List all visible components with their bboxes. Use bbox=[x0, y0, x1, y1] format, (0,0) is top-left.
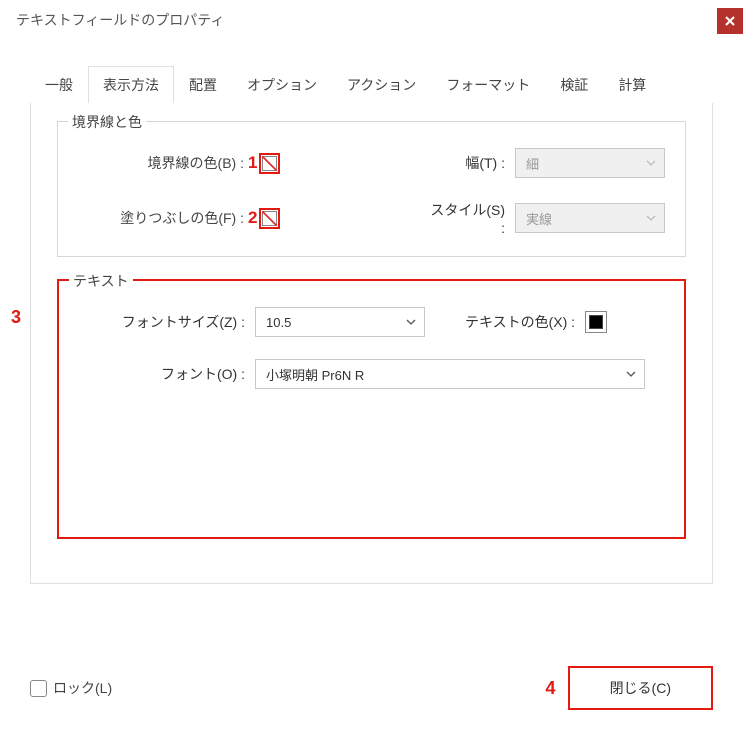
lock-label: ロック(L) bbox=[53, 678, 112, 698]
annotation-4: 4 bbox=[546, 678, 556, 699]
fill-color-swatch[interactable] bbox=[259, 208, 280, 229]
border-legend: 境界線と色 bbox=[68, 112, 146, 132]
tab-general[interactable]: 一般 bbox=[30, 66, 88, 103]
text-legend: テキスト bbox=[69, 271, 133, 291]
fill-color-label: 塗りつぶしの色(F) : bbox=[78, 208, 250, 228]
close-button[interactable]: 閉じる(C) bbox=[568, 666, 713, 710]
chevron-down-icon bbox=[646, 160, 656, 166]
border-color-label: 境界線の色(B) : bbox=[78, 153, 250, 173]
tab-panel: 境界線と色 境界線の色(B) : 1 幅(T) : 細 塗りつぶしの色(F) :… bbox=[30, 103, 713, 584]
font-value: 小塚明朝 Pr6N R bbox=[266, 365, 364, 384]
annotation-3: 3 bbox=[11, 307, 21, 328]
chevron-down-icon bbox=[406, 319, 416, 325]
width-select[interactable]: 細 bbox=[515, 148, 665, 178]
font-select[interactable]: 小塚明朝 Pr6N R bbox=[255, 359, 645, 389]
checkbox-icon bbox=[30, 680, 47, 697]
annotation-2: 2 bbox=[248, 208, 257, 228]
text-section: テキスト フォントサイズ(Z) : 10.5 テキストの色(X) : フォント(… bbox=[57, 279, 686, 539]
window-close-button[interactable] bbox=[717, 8, 743, 34]
width-value: 細 bbox=[526, 154, 539, 173]
tab-actions[interactable]: アクション bbox=[332, 66, 431, 103]
dialog-title: テキストフィールドのプロパティ bbox=[16, 10, 224, 30]
font-size-label: フォントサイズ(Z) : bbox=[79, 312, 255, 332]
font-size-select[interactable]: 10.5 bbox=[255, 307, 425, 337]
text-color-swatch[interactable] bbox=[585, 311, 607, 333]
tab-validate[interactable]: 検証 bbox=[545, 66, 603, 103]
no-color-icon bbox=[262, 211, 277, 226]
font-label: フォント(O) : bbox=[79, 364, 255, 384]
tab-format[interactable]: フォーマット bbox=[431, 66, 545, 103]
chevron-down-icon bbox=[626, 371, 636, 377]
width-label: 幅(T) : bbox=[425, 153, 515, 173]
no-color-icon bbox=[262, 156, 277, 171]
tab-display[interactable]: 表示方法 bbox=[88, 66, 174, 103]
tab-bar: 一般 表示方法 配置 オプション アクション フォーマット 検証 計算 bbox=[0, 34, 743, 103]
lock-checkbox[interactable]: ロック(L) bbox=[30, 678, 112, 698]
tab-layout[interactable]: 配置 bbox=[174, 66, 232, 103]
border-color-section: 境界線と色 境界線の色(B) : 1 幅(T) : 細 塗りつぶしの色(F) :… bbox=[57, 121, 686, 257]
text-color-label: テキストの色(X) : bbox=[465, 312, 575, 332]
close-icon bbox=[725, 16, 735, 26]
annotation-1: 1 bbox=[248, 153, 257, 173]
font-size-value: 10.5 bbox=[266, 315, 291, 330]
tab-calculate[interactable]: 計算 bbox=[603, 66, 661, 103]
tab-options[interactable]: オプション bbox=[232, 66, 332, 103]
style-value: 実線 bbox=[526, 209, 552, 228]
black-color-icon bbox=[589, 315, 603, 329]
style-label: スタイル(S) : bbox=[425, 200, 515, 236]
style-select[interactable]: 実線 bbox=[515, 203, 665, 233]
border-color-swatch[interactable] bbox=[259, 153, 280, 174]
chevron-down-icon bbox=[646, 215, 656, 221]
